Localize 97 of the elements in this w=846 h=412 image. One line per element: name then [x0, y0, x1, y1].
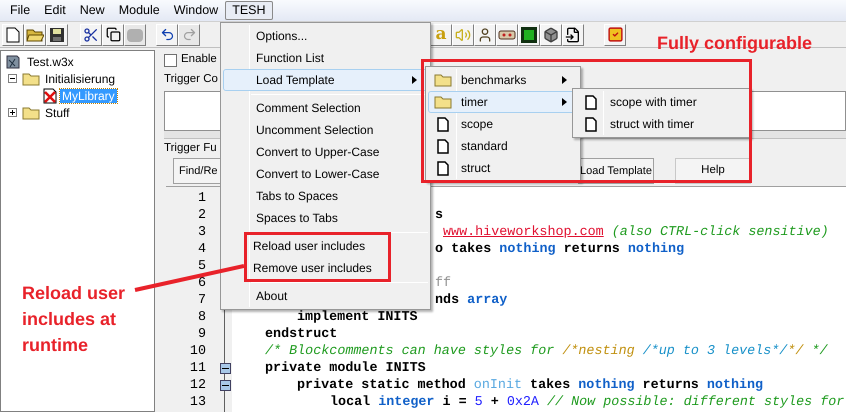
redo-icon [182, 27, 196, 42]
toolbar-button[interactable] [80, 24, 102, 46]
line-number: 13 [190, 394, 206, 411]
toolbar-button[interactable] [496, 24, 518, 46]
code-line: nds array [435, 292, 508, 309]
undo-icon [160, 27, 174, 42]
import-file-icon [565, 26, 581, 42]
submenu-arrow-icon [562, 76, 567, 84]
menu-bar-item[interactable]: TESH [225, 1, 273, 20]
folder-icon [434, 95, 452, 109]
new-file-icon [6, 26, 20, 42]
toolbar-button[interactable] [562, 24, 584, 46]
menu-item[interactable]: struct [428, 157, 578, 179]
menu-item[interactable]: About [223, 285, 428, 307]
framed-square-icon [521, 26, 537, 42]
line-number: 1 [198, 190, 206, 207]
line-number: 4 [198, 241, 206, 258]
menu-item[interactable]: Remove user includes [247, 257, 388, 279]
menu-item[interactable]: Options... [223, 25, 428, 47]
copy-icon [106, 27, 120, 42]
document-icon [437, 160, 449, 176]
tree-item[interactable]: Test.w3x [25, 54, 76, 68]
line-number: 7 [198, 292, 206, 309]
toolbar-button[interactable] [156, 24, 178, 46]
line-number: 12 [190, 377, 206, 394]
code-line: s [435, 207, 444, 224]
menu-item[interactable]: Function List [223, 47, 428, 69]
toolbar-button[interactable] [2, 24, 24, 46]
toolbar-button[interactable] [604, 24, 626, 46]
toolbar-button[interactable] [24, 24, 46, 46]
document-icon [585, 116, 597, 132]
crossed-file-icon [43, 88, 57, 104]
line-number: 6 [198, 275, 206, 292]
code-line: implement INITS [297, 309, 418, 326]
line-number: 11 [190, 360, 206, 377]
menu-bar-item[interactable]: Window [166, 1, 226, 20]
toolbar-button[interactable] [46, 24, 68, 46]
code-line: local integer i = 5 + 0x2A // Now possible: different styles for [330, 394, 844, 411]
code-line: private static method onInit takes nothing returns nothing [297, 377, 764, 394]
folder-icon [434, 73, 452, 87]
menu-item[interactable]: scope with timer [575, 91, 748, 113]
menu-bar-item[interactable]: New [72, 1, 112, 20]
submenu-arrow-icon [412, 76, 417, 84]
menu-item[interactable]: standard [428, 135, 578, 157]
annotation-text: Fully configurable [657, 32, 812, 55]
toolbar-button[interactable] [474, 24, 496, 46]
submenu-arrow-icon [562, 98, 567, 106]
figure-icon [477, 26, 493, 42]
paste-icon [126, 26, 144, 42]
scissors-icon [83, 26, 99, 42]
line-number: 2 [198, 207, 206, 224]
code-line: endstruct [265, 326, 338, 343]
menu-bar-item[interactable]: Module [112, 1, 167, 20]
menu-item[interactable]: Spaces to Tabs [223, 207, 428, 229]
checkbox[interactable] [164, 54, 177, 66]
checkbox-label: Enable [181, 52, 217, 68]
document-icon [437, 116, 449, 132]
line-number: 9 [198, 326, 206, 343]
expand-icon[interactable] [8, 108, 17, 117]
document-icon [437, 138, 449, 154]
collapse-icon[interactable] [220, 363, 230, 374]
menu-item[interactable]: Tabs to Spaces [223, 185, 428, 207]
code-line: private module INITS [265, 360, 426, 377]
map-icon [5, 54, 21, 70]
annotation-text: Reload user includes at runtime [22, 282, 126, 357]
speaker-icon [455, 26, 471, 42]
menu-item[interactable]: Reload user includes [247, 235, 388, 257]
menu-item[interactable]: Load Template [223, 69, 428, 91]
code-line: /* Blockcomments can have styles for /*nesting /*up to 3 levels*/*/ */ [265, 343, 828, 360]
save-icon [49, 26, 65, 42]
panel-icon [498, 30, 516, 40]
folder-icon [22, 72, 40, 86]
line-number: 3 [198, 224, 206, 241]
code-line: o takes nothing returns nothing [435, 241, 684, 258]
code-line: ff [435, 275, 452, 292]
menu-item[interactable]: struct with timer [575, 113, 748, 135]
tree-item[interactable]: Stuff [43, 106, 72, 120]
open-folder-icon [26, 27, 44, 42]
cube-icon [543, 26, 559, 42]
folder-icon [22, 106, 40, 120]
checkbox-tick-icon [606, 26, 624, 43]
collapse-icon[interactable] [8, 74, 17, 83]
code-line: www.hiveworkshop.com (also CTRL-click sensitive) [443, 224, 829, 241]
line-number: 10 [190, 343, 206, 360]
tree-item[interactable]: Initialisierung [43, 72, 118, 86]
line-number: 8 [198, 309, 206, 326]
line-number: 5 [198, 258, 206, 275]
collapse-icon[interactable] [220, 380, 230, 391]
document-icon [585, 94, 597, 110]
menu-item[interactable]: benchmarks [428, 69, 578, 91]
toolbar-button[interactable] [102, 24, 124, 46]
section-label: Trigger Co [164, 72, 218, 87]
menu-bar-item[interactable]: Edit [37, 1, 73, 20]
toolbar-button[interactable] [518, 24, 540, 46]
toolbar-button[interactable] [540, 24, 562, 46]
menu-bar-item[interactable]: File [3, 1, 38, 20]
section-label: Trigger Fu [164, 141, 217, 156]
